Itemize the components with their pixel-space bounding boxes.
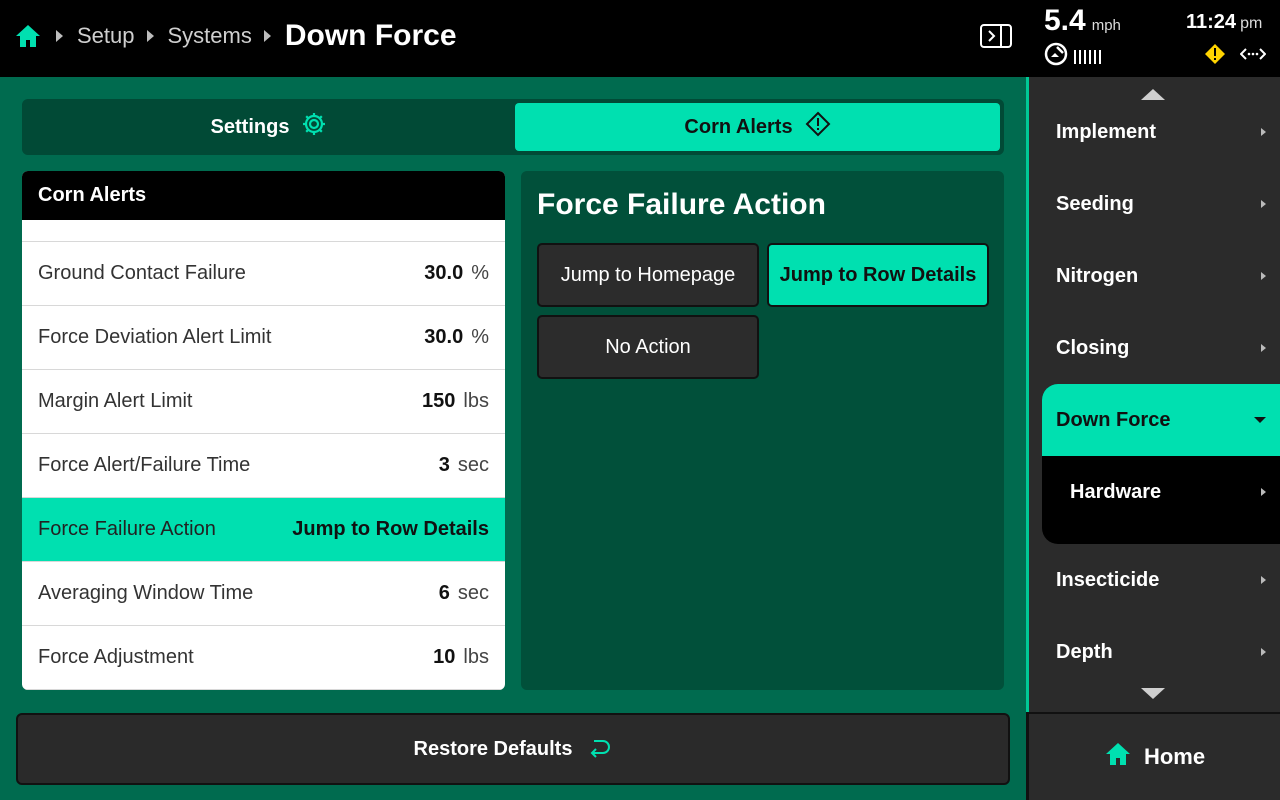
sidebar-subitem-hardware[interactable]: Hardware	[1042, 456, 1280, 528]
home-button-label: Home	[1143, 744, 1206, 769]
clock-ampm: pm	[1240, 15, 1263, 32]
gear-icon	[301, 111, 327, 143]
connection-icon[interactable]	[1239, 46, 1267, 67]
tab-corn-alerts[interactable]: Corn Alerts	[515, 103, 1000, 151]
list-header: Corn Alerts	[22, 171, 505, 220]
row-label: Force Failure Action	[38, 518, 216, 540]
sidebar-item-label: Insecticide	[1056, 568, 1160, 591]
panel-toggle-icon[interactable]	[980, 24, 1012, 48]
breadcrumb-separator-icon	[56, 30, 63, 42]
breadcrumb: Setup Systems Down Force	[14, 0, 457, 72]
sidebar-item-label: Depth	[1056, 640, 1113, 663]
detail-panel: Force Failure Action Jump to Homepage Ju…	[521, 171, 1004, 690]
row-label: Force Alert/Failure Time	[38, 454, 251, 476]
sidebar-item-label: Down Force	[1056, 408, 1171, 431]
list-scroll-spacer	[22, 220, 505, 242]
restore-defaults-button[interactable]: Restore Defaults	[16, 713, 1010, 785]
breadcrumb-setup[interactable]: Setup	[77, 23, 135, 49]
sidebar-item-implement[interactable]: Implement	[1042, 96, 1280, 168]
home-icon[interactable]	[14, 21, 44, 51]
status-icons	[1204, 43, 1267, 70]
row-label: Ground Contact Failure	[38, 262, 246, 284]
satellite-icon	[1044, 42, 1068, 71]
option-jump-to-homepage[interactable]: Jump to Homepage	[537, 243, 759, 307]
gps-status	[1044, 42, 1101, 71]
sidebar-item-depth[interactable]: Depth	[1042, 616, 1280, 688]
list-item-force-adjustment[interactable]: Force Adjustment 10 lbs	[22, 626, 505, 690]
breadcrumb-separator-icon	[263, 30, 271, 42]
row-label: Force Adjustment	[38, 646, 194, 668]
breadcrumb-separator-icon	[146, 30, 154, 42]
row-label: Force Deviation Alert Limit	[38, 326, 272, 348]
clock-time: 11:24	[1186, 11, 1237, 33]
main-content: Settings Corn Alerts Corn Alerts Ground …	[0, 77, 1026, 800]
warning-icon[interactable]	[1204, 43, 1226, 70]
row-value: 30.0	[424, 326, 464, 348]
chevron-right-icon	[1261, 344, 1266, 352]
breadcrumb-systems[interactable]: Systems	[168, 23, 252, 49]
restore-defaults-label: Restore Defaults	[413, 737, 573, 760]
list-item-force-failure-action[interactable]: Force Failure Action Jump to Row Details	[22, 498, 505, 562]
sidebar-item-label: Seeding	[1056, 192, 1134, 215]
row-unit: sec	[457, 454, 489, 476]
list-item-margin-alert-limit[interactable]: Margin Alert Limit 150 lbs	[22, 370, 505, 434]
sidebar-item-nitrogen[interactable]: Nitrogen	[1042, 240, 1280, 312]
row-value: 30.0	[424, 262, 464, 284]
row-value: 3	[438, 454, 450, 476]
row-unit: lbs	[463, 390, 489, 412]
sidebar-group-down-force: Down Force Hardware	[1042, 384, 1280, 544]
chevron-down-icon	[1254, 417, 1266, 423]
home-button[interactable]: Home	[1026, 712, 1280, 800]
chevron-right-icon	[1261, 648, 1266, 656]
chevron-right-icon	[1261, 488, 1266, 496]
tab-corn-alerts-label: Corn Alerts	[684, 115, 793, 138]
list-item-averaging-window-time[interactable]: Averaging Window Time 6 sec	[22, 562, 505, 626]
sidebar-item-insecticide[interactable]: Insecticide	[1042, 544, 1280, 616]
speed-unit: mph	[1091, 17, 1121, 34]
page-title: Down Force	[284, 19, 457, 52]
alert-diamond-icon	[805, 111, 831, 143]
list-item-force-alert-failure-time[interactable]: Force Alert/Failure Time 3 sec	[22, 434, 505, 498]
clock: 11:24 pm	[1186, 11, 1262, 34]
sidebar-item-seeding[interactable]: Seeding	[1042, 168, 1280, 240]
sidebar-item-label: Hardware	[1070, 480, 1162, 503]
sidebar-item-label: Implement	[1056, 120, 1157, 143]
row-value: 6	[438, 582, 450, 604]
chevron-right-icon	[1261, 200, 1266, 208]
detail-title: Force Failure Action	[537, 188, 826, 221]
scroll-down-icon[interactable]	[1141, 688, 1165, 699]
option-no-action[interactable]: No Action	[537, 315, 759, 379]
tab-settings-label: Settings	[210, 115, 290, 138]
chevron-right-icon	[1261, 576, 1266, 584]
list-item-ground-contact-failure[interactable]: Ground Contact Failure 30.0%	[22, 242, 505, 306]
sidebar: Implement Seeding Nitrogen Closing Down …	[1026, 77, 1280, 712]
list-item-force-deviation-alert-limit[interactable]: Force Deviation Alert Limit 30.0%	[22, 306, 505, 370]
undo-arrow-icon	[586, 733, 612, 765]
tab-settings[interactable]: Settings	[26, 103, 512, 151]
speed-readout: 5.4 mph	[1044, 4, 1121, 38]
sidebar-item-label: Nitrogen	[1056, 264, 1139, 287]
option-jump-to-row-details[interactable]: Jump to Row Details	[767, 243, 989, 307]
row-value: 150	[422, 390, 456, 412]
row-label: Averaging Window Time	[38, 582, 254, 604]
row-label: Margin Alert Limit	[38, 390, 193, 412]
speed-value: 5.4	[1044, 4, 1086, 37]
row-unit: %	[471, 262, 489, 284]
tab-bar: Settings Corn Alerts	[22, 99, 1004, 155]
corn-alerts-list: Corn Alerts Ground Contact Failure 30.0%…	[22, 171, 505, 690]
sidebar-item-down-force[interactable]: Down Force	[1042, 384, 1280, 456]
row-unit: lbs	[463, 646, 489, 668]
chevron-right-icon	[1261, 272, 1266, 280]
sidebar-item-closing[interactable]: Closing	[1042, 312, 1280, 384]
row-value: 10	[433, 646, 456, 668]
row-unit: sec	[457, 582, 489, 604]
row-unit: %	[471, 326, 489, 348]
home-icon	[1104, 741, 1132, 773]
signal-bars-icon	[1074, 49, 1101, 64]
chevron-right-icon	[1261, 128, 1266, 136]
top-bar: Setup Systems Down Force 5.4 mph 11:24 p…	[0, 0, 1280, 77]
sidebar-item-label: Closing	[1056, 336, 1130, 359]
row-value: Jump to Row Details	[292, 518, 489, 540]
